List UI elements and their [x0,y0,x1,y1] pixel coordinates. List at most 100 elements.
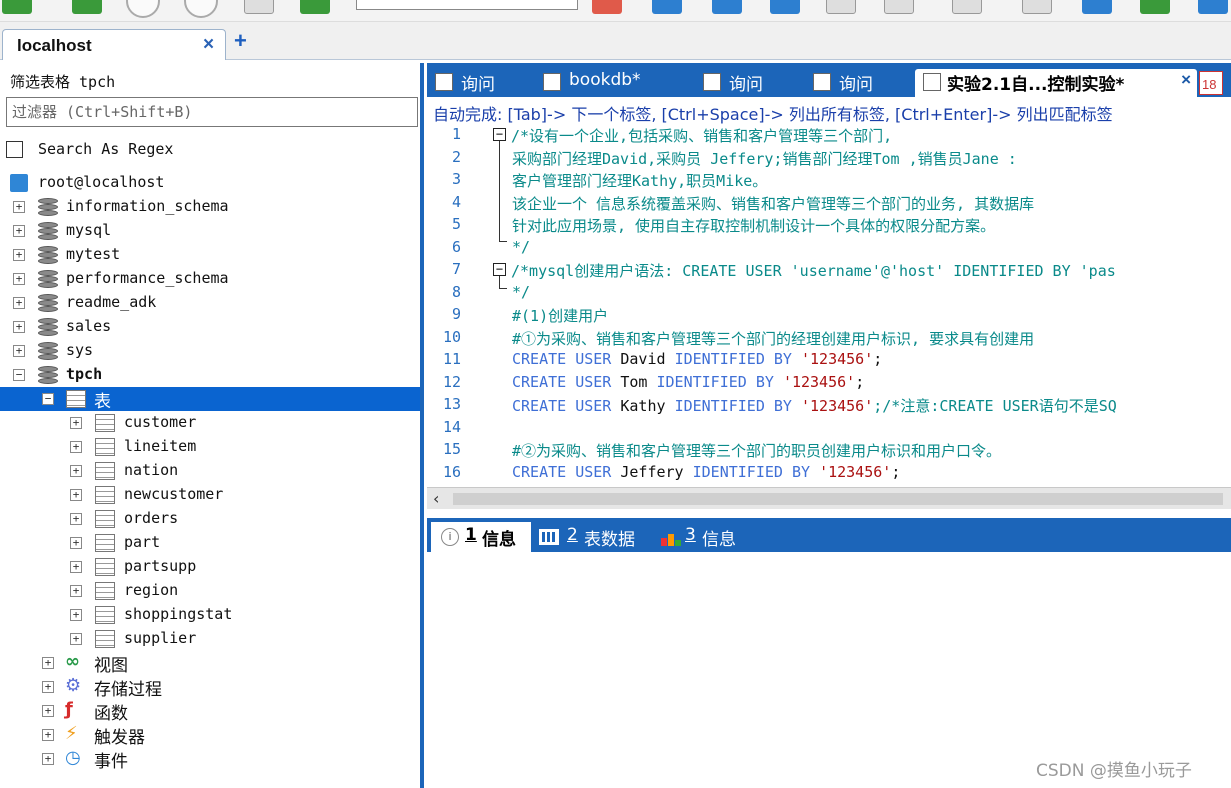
expand-icon[interactable]: + [70,585,82,597]
check-icon[interactable] [1022,0,1052,14]
regex-checkbox[interactable] [6,141,23,158]
execute-icon[interactable] [652,0,682,14]
execute-edit-icon[interactable] [770,0,800,14]
fold-toggle-icon[interactable]: − [493,128,506,141]
tree-table-node[interactable]: + lineitem [0,435,420,459]
filter-input[interactable]: 过滤器 (Ctrl+Shift+B) [6,97,418,127]
expand-icon[interactable]: + [42,729,54,741]
expand-icon[interactable]: + [42,681,54,693]
expand-icon[interactable]: + [13,225,25,237]
code-line[interactable]: 采购部门经理David,采购员 Jeffery;销售部门经理Tom ,销售员Ja… [512,148,1017,169]
code-line[interactable]: CREATE USER Kathy IDENTIFIED BY '123456'… [512,395,1117,416]
format-icon[interactable] [826,0,856,14]
expand-icon[interactable]: + [42,657,54,669]
tree-table-node[interactable]: + shoppingstat [0,603,420,627]
query-tab[interactable]: bookdb* [543,69,679,97]
scrollbar-thumb[interactable] [453,493,1223,505]
expand-icon[interactable]: + [42,705,54,717]
query-tab[interactable]: 询问 [703,69,799,97]
code-line[interactable]: CREATE USER Jeffery IDENTIFIED BY '12345… [512,463,900,481]
code-line[interactable]: /*mysql创建用户语法: CREATE USER 'username'@'h… [511,260,1116,281]
result-tab[interactable]: i 1 信息 [431,522,531,552]
tree-db-node[interactable]: + information_schema [0,195,420,219]
tree-db-node[interactable]: + sys [0,339,420,363]
stop-icon[interactable] [592,0,622,14]
expand-icon[interactable]: + [70,633,82,645]
code-line[interactable]: */ [512,283,530,301]
expand-icon[interactable]: + [13,201,25,213]
tree-table-node[interactable]: + supplier [0,627,420,651]
new-connection-icon[interactable] [72,0,102,14]
tree-table-node[interactable]: + partsupp [0,555,420,579]
calendar-icon[interactable]: 18 [1199,71,1223,95]
sql-editor[interactable]: − − 1 /*设有一个企业,包括采购、销售和客户管理等三个部门, 2 采购部门经理D… [427,123,1231,487]
expand-icon[interactable]: + [70,537,82,549]
code-line[interactable]: #①为采购、销售和客户管理等三个部门的经理创建用户标识, 要求具有创建用 [512,328,1034,349]
code-line[interactable]: 客户管理部门经理Kathy,职员Mike。 [512,170,767,191]
expand-icon[interactable]: + [13,249,25,261]
expand-icon[interactable]: + [70,561,82,573]
tree-db-node[interactable]: + readme_adk [0,291,420,315]
code-line[interactable]: #(1)创建用户 [512,305,608,326]
expand-icon[interactable]: + [70,489,82,501]
code-line[interactable]: 针对此应用场景, 使用自主存取控制机制设计一个具体的权限分配方案。 [512,215,995,236]
close-icon[interactable]: × [1181,70,1191,90]
tree-db-node[interactable]: + sales [0,315,420,339]
commit-icon[interactable] [1140,0,1170,14]
expand-icon[interactable]: + [70,465,82,477]
code-line[interactable]: 该企业一个 信息系统覆盖采购、销售和客户管理等三个部门的业务, 其数据库 [512,193,1034,214]
scroll-left-icon[interactable]: ‹ [433,489,439,508]
expand-icon[interactable]: + [70,417,82,429]
result-tab[interactable]: 2 表数据 [533,522,645,552]
expand-icon[interactable]: + [70,441,82,453]
close-icon[interactable]: × [203,34,214,56]
code-line[interactable]: */ [512,238,530,256]
tree-table-node[interactable]: + part [0,531,420,555]
expand-icon[interactable]: + [13,297,25,309]
forward-icon[interactable] [184,0,218,18]
code-line[interactable]: #②为采购、销售和客户管理等三个部门的职员创建用户标识和用户口令。 [512,440,1001,461]
connection-tab[interactable]: localhost × [2,29,226,60]
tree-db-node[interactable]: + performance_schema [0,267,420,291]
expand-icon[interactable]: + [13,345,25,357]
expand-icon[interactable]: + [70,513,82,525]
horizontal-scrollbar[interactable]: ‹ [427,487,1231,509]
result-tab[interactable]: 3 信息 [655,522,755,552]
tree-root-node[interactable]: root@localhost [0,171,420,195]
execute-all-icon[interactable] [712,0,742,14]
tree-tables-folder[interactable]: − 表 [0,387,420,412]
tree-table-node[interactable]: + nation [0,459,420,483]
back-icon[interactable] [126,0,160,18]
refresh-icon[interactable] [2,0,32,14]
schema-icon[interactable] [952,0,982,14]
code-line[interactable]: /*设有一个企业,包括采购、销售和客户管理等三个部门, [511,125,892,146]
query-tab[interactable]: 询问 [435,69,531,97]
expand-icon[interactable]: + [13,273,25,285]
tree-folder-node[interactable]: + ◷ 事件 [0,747,420,772]
sync-icon[interactable] [1082,0,1112,14]
expand-icon[interactable]: + [13,321,25,333]
tree-table-node[interactable]: + customer [0,411,420,435]
fold-toggle-icon[interactable]: − [493,263,506,276]
tree-folder-node[interactable]: + ⚙ 存储过程 [0,675,420,700]
tree-db-node[interactable]: + mytest [0,243,420,267]
tree-table-node[interactable]: + orders [0,507,420,531]
tree-folder-node[interactable]: + ⚡ 触发器 [0,723,420,748]
copy-icon[interactable] [244,0,274,14]
expand-icon[interactable]: − [42,393,54,405]
tree-table-node[interactable]: + newcustomer [0,483,420,507]
expand-icon[interactable]: + [70,609,82,621]
add-connection-icon[interactable]: + [234,30,247,52]
add-db-icon[interactable] [300,0,330,14]
code-line[interactable]: CREATE USER David IDENTIFIED BY '123456'… [512,350,882,368]
expand-icon[interactable]: − [13,369,25,381]
tree-db-node[interactable]: + mysql [0,219,420,243]
code-line[interactable]: CREATE USER Tom IDENTIFIED BY '123456'; [512,373,864,391]
table-design-icon[interactable] [884,0,914,14]
tree-table-node[interactable]: + region [0,579,420,603]
database-select[interactable] [356,0,578,10]
expand-icon[interactable]: + [42,753,54,765]
rollback-icon[interactable] [1198,0,1228,14]
tree-db-node[interactable]: − tpch [0,363,420,387]
query-tab[interactable]: 实验2.1自...控制实验* × [915,69,1197,97]
